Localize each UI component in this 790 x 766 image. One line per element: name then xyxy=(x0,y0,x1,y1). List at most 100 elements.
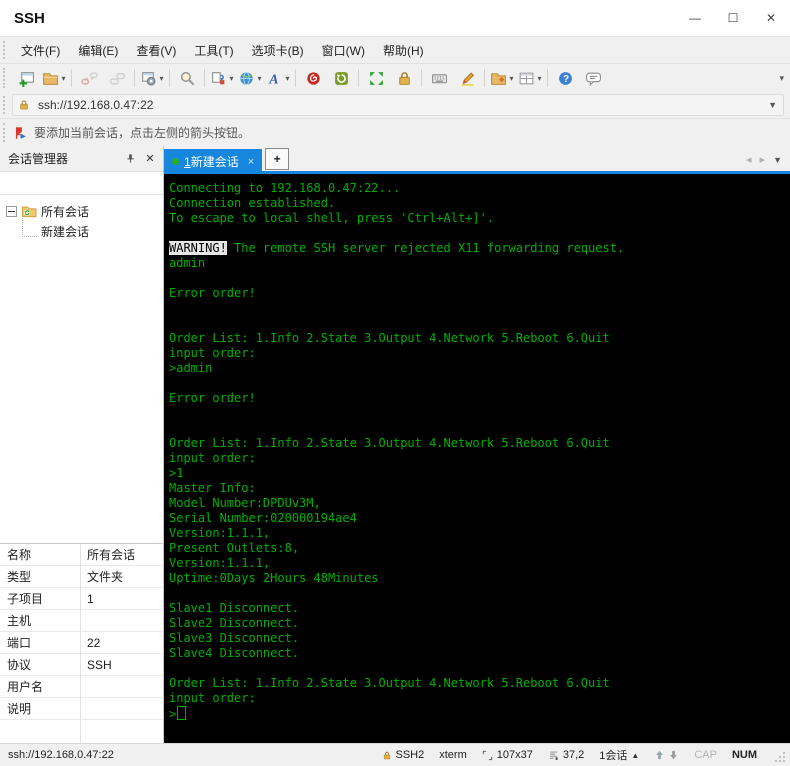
dropdown-caret-icon[interactable]: ▾ xyxy=(257,74,261,83)
open-folder-button[interactable]: ▾ xyxy=(40,66,68,90)
scroll-up-icon[interactable] xyxy=(654,749,665,761)
tab-close-icon[interactable]: × xyxy=(248,156,254,168)
property-value: 1 xyxy=(87,591,94,606)
property-row: 子项目 1 xyxy=(0,588,163,610)
menu-item-6[interactable]: 帮助(H) xyxy=(374,37,433,63)
session-list-caret-icon: ▲ xyxy=(631,750,640,760)
feedback-button[interactable] xyxy=(579,66,607,90)
fullscreen-button[interactable] xyxy=(362,66,390,90)
lock-button[interactable] xyxy=(390,66,418,90)
session-search-box xyxy=(0,172,174,195)
tree-item-session[interactable]: 新建会话 xyxy=(22,217,163,241)
toolbar-separator xyxy=(484,69,485,87)
session-manager-panel: 会话管理器 ✕ 所有会话 新建会话 名称 所有会话 类型 文件夹 子项目 1 主… xyxy=(0,146,174,743)
toolbar-overflow-caret-icon[interactable]: ▾ xyxy=(779,73,784,84)
flag-icon[interactable] xyxy=(14,126,28,140)
address-dropdown-caret-icon[interactable]: ▼ xyxy=(768,100,777,110)
scroll-right-icon[interactable]: ▸ xyxy=(760,153,766,166)
lock-icon xyxy=(396,70,413,87)
status-size-label: 107x37 xyxy=(496,749,533,761)
find-button[interactable] xyxy=(173,66,201,90)
tree-expander-icon[interactable] xyxy=(6,205,17,217)
session-manager-header: 会话管理器 ✕ xyxy=(0,146,163,172)
scroll-left-icon[interactable]: ◂ xyxy=(746,153,752,166)
terminal-line: >1 xyxy=(169,466,184,480)
highlight-pen-button[interactable] xyxy=(453,66,481,90)
menu-item-1[interactable]: 编辑(E) xyxy=(69,37,127,63)
dropdown-caret-icon[interactable]: ▾ xyxy=(159,74,163,83)
web-browser-button[interactable]: ▾ xyxy=(236,66,264,90)
address-box[interactable]: ▼ xyxy=(12,94,784,116)
terminal-line: Slave1 Disconnect. xyxy=(169,601,300,615)
menu-item-2[interactable]: 查看(V) xyxy=(127,37,185,63)
property-row: 端口 22 xyxy=(0,632,163,654)
dropdown-caret-icon[interactable]: ▾ xyxy=(229,74,233,83)
menu-item-0[interactable]: 文件(F) xyxy=(12,37,69,63)
dropdown-caret-icon[interactable]: ▾ xyxy=(509,74,513,83)
toolbar-items: ▾ ▾ ▾ ▾ A ▾ ▾ ▾? xyxy=(12,66,607,90)
maximize-button[interactable]: ☐ xyxy=(714,0,752,36)
toolbar-grip xyxy=(3,68,8,88)
minimize-button[interactable]: — xyxy=(676,0,714,36)
menu-item-4[interactable]: 选项卡(B) xyxy=(243,37,313,63)
new-terminal-button[interactable]: ▾ xyxy=(208,66,236,90)
status-terminal-type: xterm xyxy=(439,749,467,761)
feedback-icon xyxy=(585,70,602,87)
font-button[interactable]: A ▾ xyxy=(264,66,292,90)
dropdown-caret-icon[interactable]: ▾ xyxy=(285,74,289,83)
status-caps-lock: CAP xyxy=(694,749,717,761)
menu-item-3[interactable]: 工具(T) xyxy=(185,37,242,63)
session-search-input[interactable] xyxy=(0,172,163,194)
terminal-line: To escape to local shell, press 'Ctrl+Al… xyxy=(169,211,495,225)
status-cursor-label: 37,2 xyxy=(562,749,585,761)
help-button[interactable]: ? xyxy=(551,66,579,90)
tab-session-1[interactable]: 1新建会话 × xyxy=(164,149,263,174)
address-input[interactable] xyxy=(36,97,769,113)
new-session-button[interactable] xyxy=(12,66,40,90)
new-file-button[interactable]: ▾ xyxy=(488,66,516,90)
new-session-icon xyxy=(18,70,35,87)
dropdown-caret-icon[interactable]: ▾ xyxy=(61,74,65,83)
close-panel-button[interactable]: ✕ xyxy=(143,152,157,166)
terminal-line: admin xyxy=(169,256,206,270)
status-session-count-label: 1会话 xyxy=(599,750,628,762)
virtual-keyboard-button[interactable] xyxy=(425,66,453,90)
new-tab-button[interactable]: + xyxy=(265,148,290,170)
property-row: 说明 xyxy=(0,698,163,720)
resize-grip-icon[interactable] xyxy=(774,751,786,763)
xagent-button[interactable] xyxy=(299,66,327,90)
terminal-line: Slave4 Disconnect. xyxy=(169,646,300,660)
dropdown-caret-icon[interactable]: ▾ xyxy=(537,74,541,83)
reconnect-button[interactable] xyxy=(103,66,131,90)
session-properties-button[interactable]: ▾ xyxy=(138,66,166,90)
menu-item-5[interactable]: 窗口(W) xyxy=(313,37,374,63)
cursor-position-icon xyxy=(549,751,558,760)
terminal-line: Slave2 Disconnect. xyxy=(169,616,300,630)
window-title: SSH xyxy=(14,9,45,27)
close-icon: ✕ xyxy=(765,11,777,25)
terminal-line: >admin xyxy=(169,361,213,375)
terminal-line: Present Outlets:8, xyxy=(169,541,300,555)
pin-panel-button[interactable] xyxy=(123,152,137,166)
disconnect-button[interactable] xyxy=(75,66,103,90)
status-session-count[interactable]: 1会话 ▲ xyxy=(599,747,639,763)
terminal[interactable]: Connecting to 192.168.0.47:22... Connecti… xyxy=(164,174,790,743)
minimize-icon: — xyxy=(689,11,701,25)
new-file-icon xyxy=(490,70,507,87)
refresh-button[interactable] xyxy=(327,66,355,90)
tab-list-caret-icon[interactable]: ▼ xyxy=(773,155,782,165)
close-button[interactable]: ✕ xyxy=(752,0,790,36)
session-tree: 所有会话 新建会话 xyxy=(0,195,163,543)
property-value: SSH xyxy=(87,657,112,672)
toolbar-separator xyxy=(71,69,72,87)
scroll-down-icon[interactable] xyxy=(668,749,679,761)
toolbar-separator xyxy=(204,69,205,87)
refresh-icon xyxy=(333,70,350,87)
property-value: 文件夹 xyxy=(87,570,124,584)
layout-button[interactable]: ▾ xyxy=(516,66,544,90)
terminal-line: Order List: 1.Info 2.State 3.Output 4.Ne… xyxy=(169,331,610,345)
